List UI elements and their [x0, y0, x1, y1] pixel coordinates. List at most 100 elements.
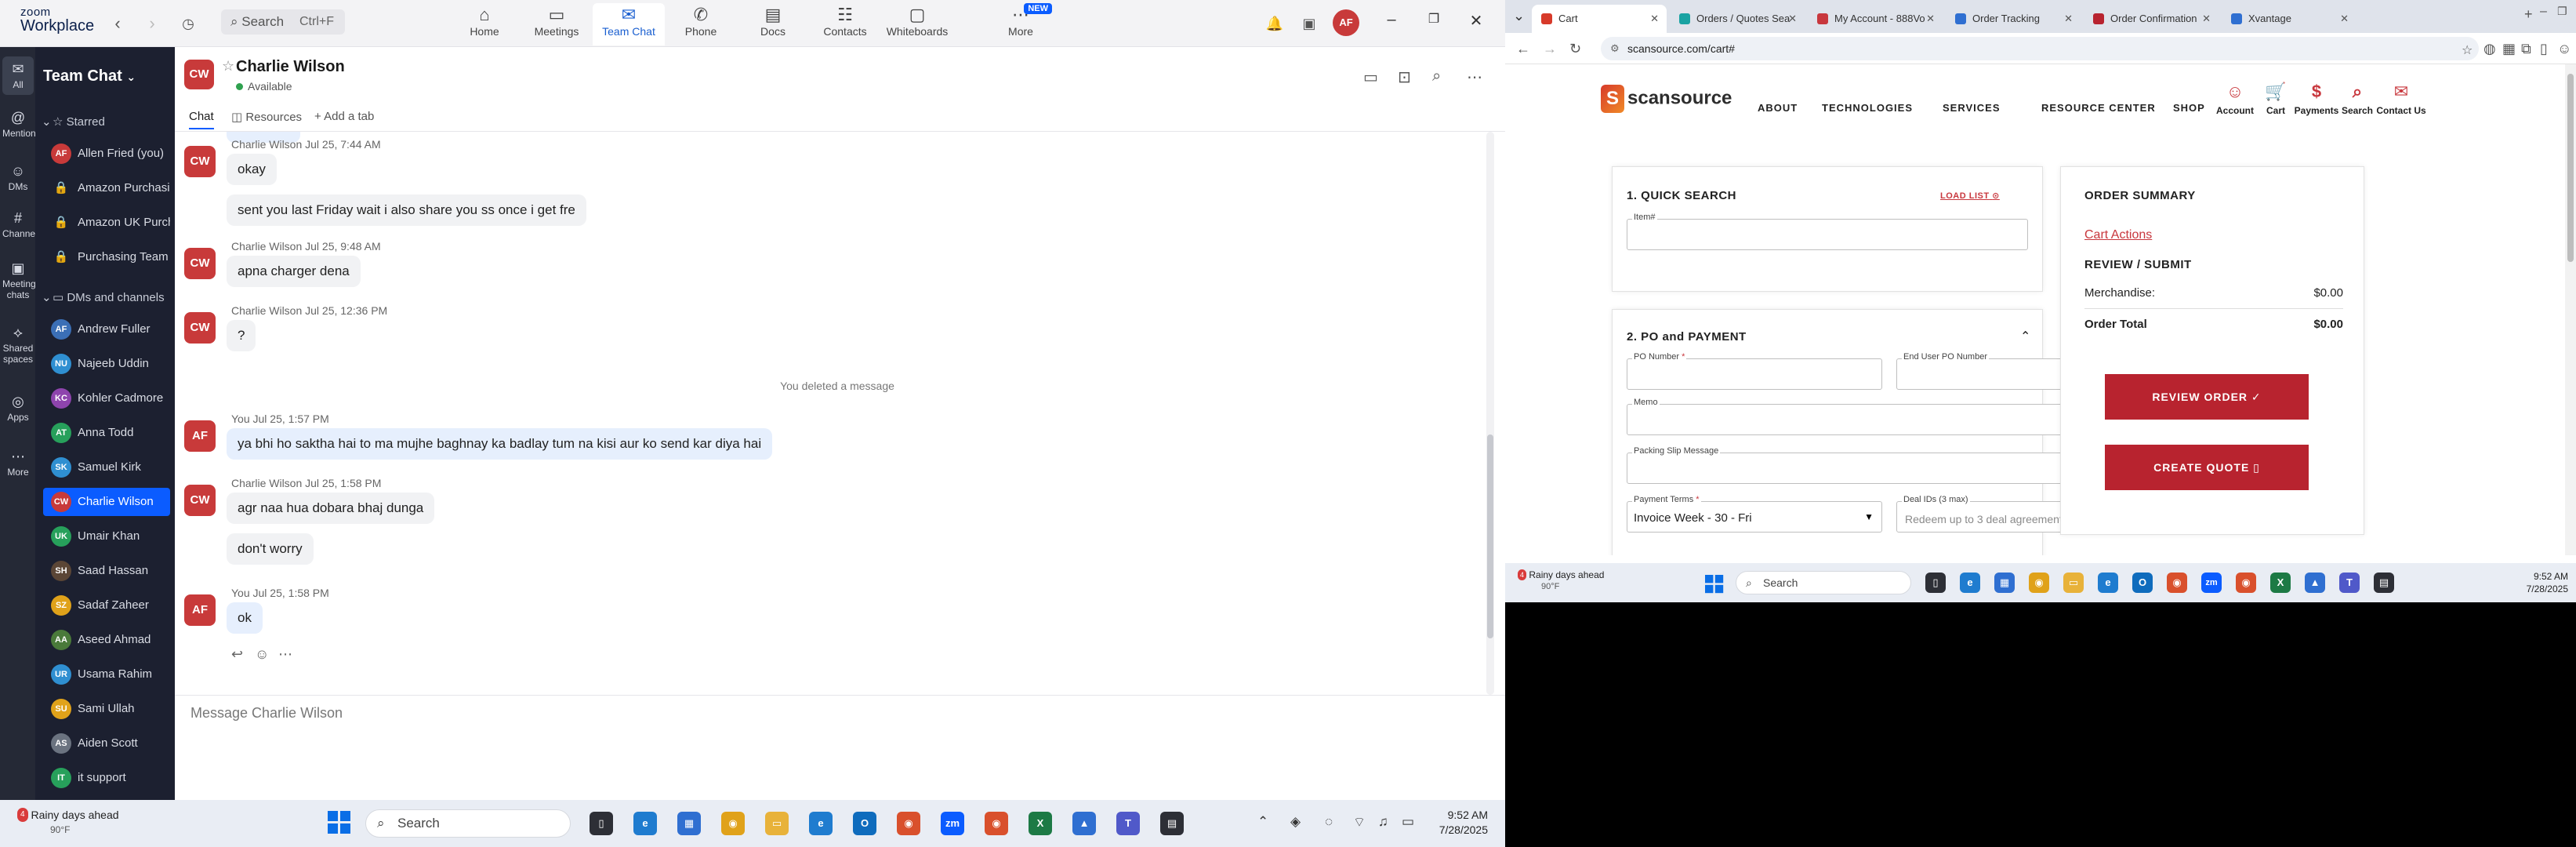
- sidebar-title[interactable]: Team Chat ⌄: [43, 67, 136, 85]
- taskbar-app-files[interactable]: ▯: [590, 812, 613, 835]
- nav-tab-meetings[interactable]: ▭ Meetings: [521, 3, 593, 45]
- taskbar-app-browser[interactable]: e: [809, 812, 833, 835]
- more-icon[interactable]: ⋯: [278, 646, 292, 663]
- browser-tab[interactable]: Order Tracking ✕: [1946, 5, 2081, 33]
- bookmark-star-icon[interactable]: ☆: [2462, 42, 2473, 58]
- emoji-react-icon[interactable]: ☺: [255, 646, 269, 663]
- history-icon[interactable]: ◷: [177, 13, 199, 35]
- forward-arrow-icon[interactable]: ›: [141, 13, 163, 35]
- browser-tab[interactable]: Xvantage ✕: [2222, 5, 2356, 33]
- taskbar-app-explorer[interactable]: ▭: [765, 812, 789, 835]
- site-nav-services[interactable]: SERVICES: [1943, 102, 2001, 114]
- contact-avatar[interactable]: CW: [184, 60, 214, 89]
- page-scrollbar[interactable]: [2565, 64, 2576, 555]
- sidebar-item-starred[interactable]: 🔒 Purchasing Team (E-Commer...: [43, 243, 170, 271]
- message-avatar[interactable]: CW: [184, 248, 216, 279]
- taskbar-app-calculator[interactable]: ▦: [1994, 573, 2015, 593]
- sidebar-item-dm[interactable]: SH Saad Hassan: [43, 557, 170, 585]
- tab-chat[interactable]: Chat: [189, 110, 214, 129]
- message-bubble[interactable]: agr naa hua dobara bhaj dunga: [227, 493, 435, 524]
- message-avatar[interactable]: AF: [184, 420, 216, 452]
- nav-tab-docs[interactable]: ▤ Docs: [737, 3, 809, 45]
- sidebar-item-dm[interactable]: CW Charlie Wilson: [43, 488, 170, 516]
- close-icon[interactable]: ✕: [1463, 11, 1489, 35]
- forward-icon[interactable]: →: [1543, 41, 1557, 57]
- dms-header[interactable]: ⌄▭ DMs and channels: [42, 290, 165, 304]
- sidebar-item-dm[interactable]: AS Aiden Scott: [43, 729, 170, 758]
- battery-icon[interactable]: ▭: [1402, 814, 1414, 830]
- volume-icon[interactable]: ♫: [1378, 814, 1388, 830]
- chevron-up-icon[interactable]: ⌃: [1257, 814, 1268, 830]
- back-icon[interactable]: ←: [1516, 41, 1530, 57]
- sidebar-item-dm[interactable]: SZ Sadaf Zaheer: [43, 591, 170, 620]
- taskbar-app-image[interactable]: ▲: [1072, 812, 1096, 835]
- window-icon[interactable]: ▣: [1298, 13, 1320, 35]
- sidebar-icon[interactable]: ▯: [2540, 41, 2548, 57]
- nav-tab-team-chat[interactable]: ✉ Team Chat: [593, 3, 665, 45]
- message-avatar[interactable]: CW: [184, 312, 216, 344]
- weather-widget[interactable]: 4 Rainy days ahead 90°F: [1518, 569, 1604, 592]
- taskbar-app-chrome[interactable]: ◉: [721, 812, 745, 835]
- security-icon[interactable]: ◈: [1290, 814, 1301, 830]
- rail-item-apps[interactable]: ◎ Apps: [2, 394, 34, 423]
- message-bubble[interactable]: apna charger dena: [227, 256, 361, 287]
- extension-icon-1[interactable]: ◍: [2483, 41, 2496, 57]
- taskbar-app-notes[interactable]: ▤: [2374, 573, 2394, 593]
- rail-item-channels[interactable]: # Channels: [2, 210, 42, 239]
- taskbar-app-edge[interactable]: e: [633, 812, 657, 835]
- share-screen-icon[interactable]: ⊡: [1398, 67, 1411, 87]
- close-tab-icon[interactable]: ✕: [2202, 5, 2211, 33]
- tab-search-icon[interactable]: ⌄: [1513, 8, 1525, 24]
- taskbar-app-browser[interactable]: e: [2098, 573, 2118, 593]
- sidebar-item-dm[interactable]: UK Umair Khan: [43, 522, 170, 551]
- sidebar-item-dm[interactable]: SK Samuel Kirk: [43, 453, 170, 482]
- tab-resources[interactable]: ◫ Resources: [231, 110, 302, 124]
- sidebar-item-starred[interactable]: 🔒 Amazon Purchasing: [43, 174, 170, 202]
- taskbar-app-notes[interactable]: ▤: [1160, 812, 1184, 835]
- create-quote-button[interactable]: CREATE QUOTE ▯: [2105, 445, 2309, 490]
- more-options-icon[interactable]: ⋯: [1467, 67, 1482, 87]
- zoom-search-input[interactable]: ⌕ Search Ctrl+F: [221, 9, 345, 35]
- cart-actions-link[interactable]: Cart Actions: [2084, 228, 2152, 242]
- user-avatar[interactable]: AF: [1333, 9, 1359, 36]
- search-icon[interactable]: ⌕: [1432, 67, 1441, 85]
- load-list-link[interactable]: LOAD LIST ⊙: [1940, 191, 2000, 201]
- site-nav-shop[interactable]: SHOP: [2173, 102, 2205, 114]
- taskbar-app-chrome-3[interactable]: ◉: [2236, 573, 2256, 593]
- chevron-up-icon[interactable]: ⌃: [2020, 329, 2030, 344]
- site-nav-technologies[interactable]: TECHNOLOGIES: [1822, 102, 1913, 114]
- close-tab-icon[interactable]: ✕: [1650, 5, 1659, 33]
- network-icon[interactable]: ◌: [1325, 814, 1333, 830]
- composer-placeholder[interactable]: Message Charlie Wilson: [190, 705, 343, 722]
- sidebar-item-dm[interactable]: IT it support: [43, 764, 170, 792]
- close-tab-icon[interactable]: ✕: [1788, 5, 1797, 33]
- reply-icon[interactable]: ↩: [231, 646, 243, 663]
- taskbar-search[interactable]: ⌕ Search: [1736, 571, 1911, 594]
- close-tab-icon[interactable]: ✕: [2064, 5, 2073, 33]
- taskbar-app-chrome-2[interactable]: ◉: [897, 812, 920, 835]
- chat-scrollbar[interactable]: [1486, 132, 1494, 695]
- nav-tab-home[interactable]: ⌂ Home: [448, 3, 521, 45]
- payment-terms-select[interactable]: Payment Terms * Invoice Week - 30 - Fri ▼: [1627, 495, 1882, 533]
- sidebar-item-dm[interactable]: SU Sami Ullah: [43, 695, 170, 723]
- message-avatar[interactable]: CW: [184, 485, 216, 516]
- windows-start-icon[interactable]: [1705, 575, 1724, 594]
- taskbar-app-outlook[interactable]: O: [2132, 573, 2153, 593]
- taskbar-clock[interactable]: 9:52 AM 7/28/2025: [1425, 808, 1488, 838]
- page-scrollbar-thumb[interactable]: [2567, 74, 2574, 262]
- taskbar-app-excel[interactable]: X: [2270, 573, 2291, 593]
- nav-tab-more[interactable]: ⋯ More NEW: [985, 3, 1057, 45]
- taskbar-app-edge[interactable]: e: [1960, 573, 1980, 593]
- video-call-icon[interactable]: ▭: [1363, 67, 1378, 87]
- message-avatar[interactable]: AF: [184, 594, 216, 626]
- message-bubble[interactable]: ya bhi ho saktha hai to ma mujhe baghnay…: [227, 428, 773, 460]
- message-avatar[interactable]: CW: [184, 146, 216, 177]
- windows-start-icon[interactable]: [328, 811, 351, 834]
- taskbar-app-chrome-3[interactable]: ◉: [985, 812, 1008, 835]
- starred-header[interactable]: ⌄☆ Starred: [42, 115, 105, 129]
- minimize-icon[interactable]: –: [1378, 11, 1405, 35]
- rail-item-mentions[interactable]: @ Mentions: [2, 110, 41, 139]
- weather-widget[interactable]: 4 Rainy days ahead 90°F: [17, 808, 119, 837]
- scansource-logo[interactable]: Sscansource: [1601, 85, 1732, 113]
- browser-tab[interactable]: My Account - 888Vo ✕: [1808, 5, 1943, 33]
